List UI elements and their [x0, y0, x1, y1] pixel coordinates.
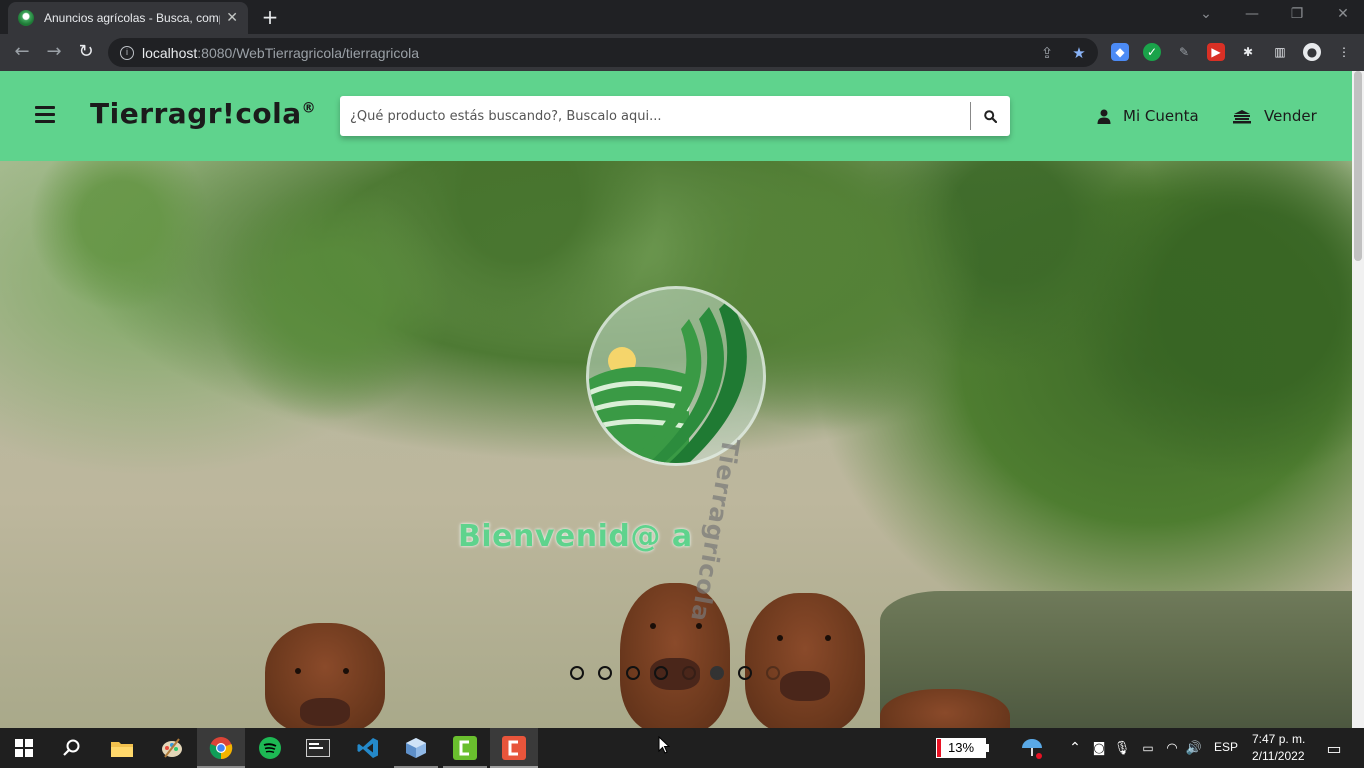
sell-label: Vender	[1264, 107, 1317, 125]
reload-button[interactable]: ↻	[75, 42, 97, 64]
tab-title: Anuncios agrícolas - Busca, compra	[44, 11, 221, 25]
vscode-icon[interactable]	[356, 736, 380, 760]
chrome-icon[interactable]	[209, 736, 233, 760]
windows-taskbar: ⌃ ◙ 🎙 ▭ ◠ 🔊 ESP 7:47 p. m. 2/11/2022 ▭	[0, 728, 1364, 768]
minimize-button[interactable]: —	[1240, 6, 1264, 22]
browser-tab-strip: Anuncios agrícolas - Busca, compra ✕ + ⌄…	[0, 0, 1364, 34]
carousel-indicators	[570, 666, 780, 680]
weather-umbrella-icon[interactable]	[1020, 736, 1044, 760]
paint-icon[interactable]	[160, 736, 184, 760]
carousel-dot-active[interactable]	[710, 666, 724, 680]
search-input[interactable]	[340, 96, 970, 136]
search-button[interactable]	[971, 96, 1010, 136]
microphone-icon[interactable]: 🎙	[1110, 736, 1134, 760]
address-bar[interactable]: i localhost:8080/WebTierragricola/tierra…	[108, 38, 1098, 67]
battery-indicator[interactable]: 13%	[936, 738, 986, 758]
wifi-icon[interactable]: ◠	[1160, 736, 1184, 760]
carousel-dot[interactable]	[598, 666, 612, 680]
carousel-dot[interactable]	[654, 666, 668, 680]
extension-check-icon[interactable]: ✓	[1143, 43, 1161, 61]
battery-charging-icon[interactable]: ▭	[1136, 736, 1160, 760]
site-logo[interactable]: Tierragr!cola®	[90, 97, 316, 130]
terminal-icon[interactable]	[306, 736, 330, 760]
search-icon	[984, 109, 997, 123]
farm-field-icon	[589, 299, 747, 463]
battery-tip	[986, 744, 989, 752]
notification-center-icon[interactable]: ▭	[1322, 736, 1346, 760]
back-button[interactable]: ←	[11, 42, 33, 64]
camtasia-green-icon[interactable]	[453, 736, 477, 760]
bookmark-star-icon[interactable]: ★	[1070, 44, 1088, 62]
battery-percent: 13%	[947, 740, 975, 755]
account-label: Mi Cuenta	[1123, 107, 1199, 125]
language-indicator[interactable]: ESP	[1214, 740, 1238, 754]
user-icon	[1097, 109, 1111, 124]
profile-avatar-icon[interactable]: ●	[1303, 43, 1321, 61]
new-tab-button[interactable]: +	[258, 6, 282, 30]
mouse-cursor-icon	[658, 736, 670, 754]
restore-button[interactable]: ❐	[1285, 6, 1309, 22]
forward-button[interactable]: →	[43, 42, 65, 64]
cow-image	[265, 623, 385, 728]
search-box	[340, 96, 1010, 136]
hamburger-menu-icon[interactable]	[35, 106, 55, 124]
spotify-icon[interactable]	[258, 736, 282, 760]
close-tab-icon[interactable]: ✕	[226, 10, 238, 26]
virtualbox-icon[interactable]	[404, 736, 428, 760]
account-link[interactable]: Mi Cuenta	[1097, 107, 1199, 125]
close-window-button[interactable]: ✕	[1331, 6, 1355, 22]
recorder-red-icon[interactable]	[502, 736, 526, 760]
clock-date[interactable]: 2/11/2022	[1252, 749, 1305, 763]
file-explorer-icon[interactable]	[110, 736, 134, 760]
carousel-dot[interactable]	[766, 666, 780, 680]
share-icon[interactable]: ⇪	[1038, 44, 1056, 62]
web-page: Tierragr!cola® Mi Cuenta	[0, 71, 1352, 728]
clock-time[interactable]: 7:47 p. m.	[1252, 732, 1305, 746]
carousel-dot[interactable]	[626, 666, 640, 680]
side-panel-icon[interactable]: ▥	[1271, 43, 1289, 61]
browser-menu-icon[interactable]: ⋮	[1335, 43, 1353, 61]
volume-icon[interactable]: 🔊	[1182, 736, 1206, 760]
url-text: localhost:8080/WebTierragricola/tierragr…	[142, 44, 420, 61]
hero-carousel: Bienvenid@ a Tierragricola	[0, 161, 1352, 728]
extension-video-icon[interactable]: ▶	[1207, 43, 1225, 61]
carousel-dot[interactable]	[738, 666, 752, 680]
search-icon[interactable]	[60, 736, 84, 760]
site-favicon-icon	[18, 10, 34, 26]
tab-search-icon[interactable]: ⌄	[1194, 6, 1218, 22]
scrollbar-thumb[interactable]	[1354, 71, 1362, 261]
extension-cube-icon[interactable]: ◆	[1111, 43, 1129, 61]
site-header: Tierragr!cola® Mi Cuenta	[0, 71, 1352, 161]
store-icon	[1233, 109, 1251, 123]
show-hidden-icons-icon[interactable]: ⌃	[1063, 736, 1087, 760]
webcam-icon[interactable]: ◙	[1087, 736, 1111, 760]
page-scrollbar[interactable]	[1352, 71, 1364, 728]
welcome-heading: Bienvenid@ a	[458, 519, 693, 554]
browser-tab[interactable]: Anuncios agrícolas - Busca, compra ✕	[8, 2, 248, 34]
sell-link[interactable]: Vender	[1232, 107, 1317, 125]
site-info-icon[interactable]: i	[120, 45, 134, 60]
carousel-dot[interactable]	[570, 666, 584, 680]
windows-start-icon[interactable]	[12, 736, 36, 760]
extensions-puzzle-icon[interactable]: ✱	[1239, 43, 1257, 61]
extension-feather-icon[interactable]: ✎	[1175, 43, 1193, 61]
carousel-dot[interactable]	[682, 666, 696, 680]
vertical-brand-text: Tierragricola	[685, 436, 745, 625]
